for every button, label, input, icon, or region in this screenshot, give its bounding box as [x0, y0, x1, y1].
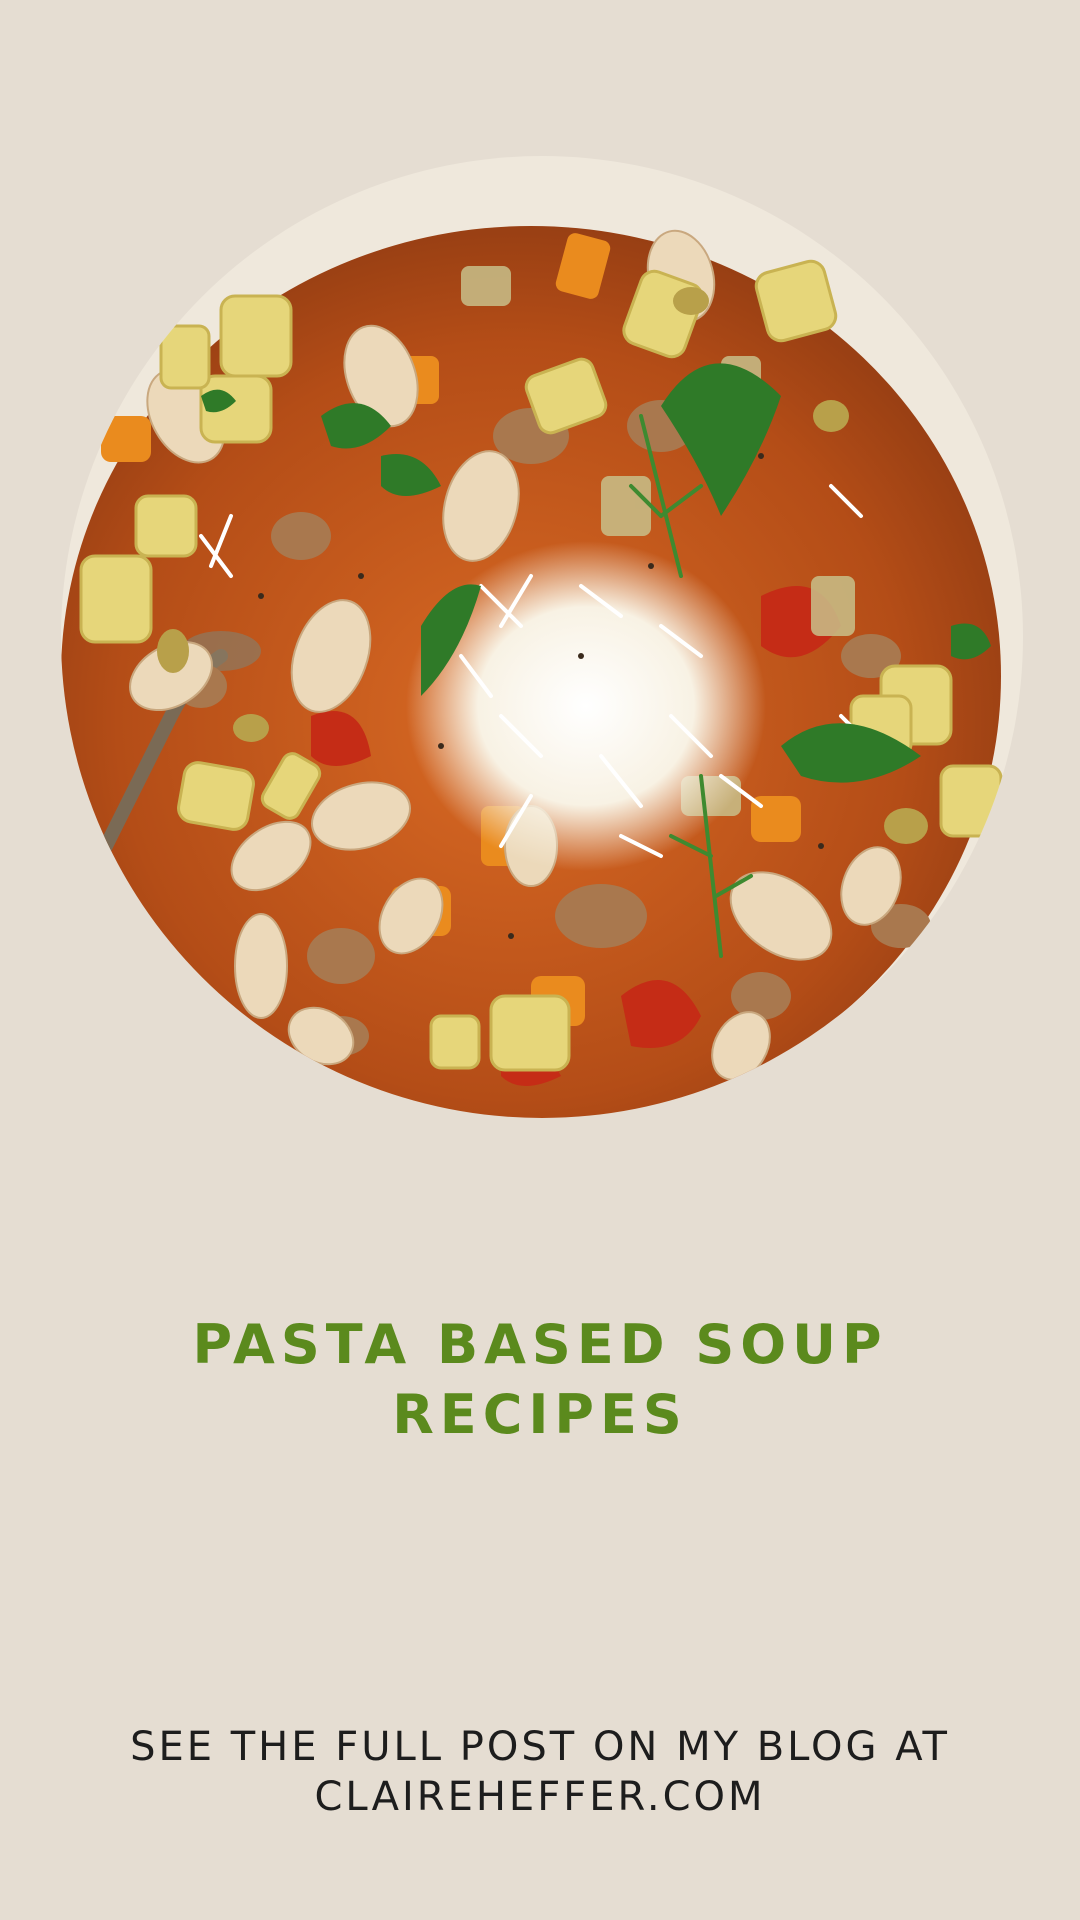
page-title: PASTA BASED SOUP RECIPES [80, 1310, 1000, 1450]
title-line-1: PASTA BASED SOUP [192, 1313, 888, 1376]
soup-bowl-photo [61, 156, 1023, 1118]
footer-url[interactable]: CLAIREHEFFER.COM [60, 1772, 1020, 1822]
footer-line-1: SEE THE FULL POST ON MY BLOG AT [130, 1724, 950, 1770]
title-line-2: RECIPES [392, 1383, 688, 1446]
blog-link-text: SEE THE FULL POST ON MY BLOG AT CLAIREHE… [60, 1722, 1020, 1822]
soup-illustration [61, 156, 1023, 1118]
